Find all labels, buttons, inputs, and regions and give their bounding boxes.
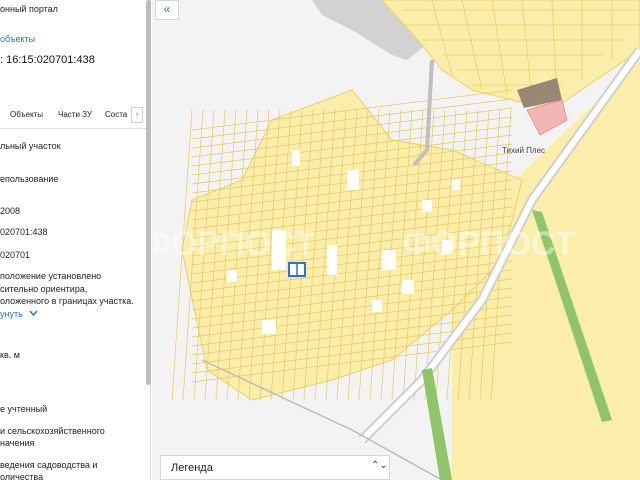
purpose-line-1: ведения садоводства и [0,460,98,470]
info-panel: онный портал объекты : 16:15:020701:438 … [0,0,151,480]
watermark: ФОРПОСТ [152,225,316,263]
objects-link[interactable]: объекты [0,34,35,45]
chevron-down-icon [29,310,38,317]
address-line-3: оложенного в границах участка. [0,296,134,306]
portal-title: онный портал [0,4,58,14]
status: е учтенный [0,404,48,414]
purpose-line-2: оличества [0,472,44,480]
land-use: епользование [0,174,59,184]
address-line-1: положение установлено [0,271,102,281]
panel-scrollbar[interactable] [146,0,151,385]
map-canvas[interactable]: Тихий Плес ФОРПОСТ ФОРПОСТ [152,0,640,480]
watermark-2: ФОРПОСТ [402,225,576,263]
place-label: Тихий Плес [502,146,545,155]
object-type: льный участок [0,141,61,151]
expand-link[interactable]: унуть [0,309,38,320]
category-line-1: и сельскохозяйственного [0,426,105,436]
area-unit: кв. м [0,350,20,360]
tab-scroll-right-icon[interactable]: › [131,107,143,123]
tab-parts[interactable]: Части ЗУ [58,110,92,119]
tab-composition[interactable]: Соста [105,110,127,119]
cadastral-ref: 020701:438 [0,227,48,237]
address-line-2: сительно ориентира, [0,284,88,294]
legend-selector[interactable]: Легенда ⌃⌄ [160,455,390,480]
quarter-ref: 020701 [0,250,31,260]
sort-chevron-icon: ⌃⌄ [371,460,388,471]
collapse-panel-icon[interactable]: « [155,0,179,20]
registration-year: 2008 [0,206,21,216]
cadastral-number: : 16:15:020701:438 [0,54,95,66]
tab-bar: Объекты Части ЗУ Соста [0,104,146,129]
category-line-2: начения [0,438,35,448]
legend-label: Легенда [171,462,213,474]
tab-objects[interactable]: Объекты [10,110,43,119]
